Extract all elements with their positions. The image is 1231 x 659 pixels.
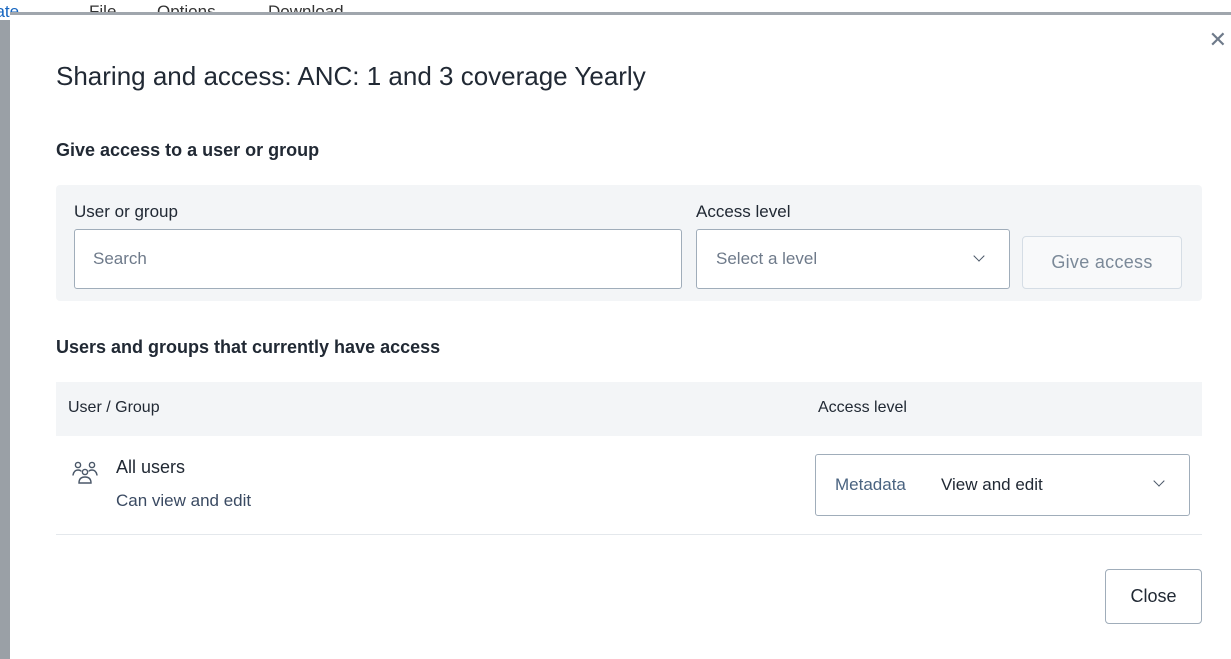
user-search-input[interactable]	[74, 229, 682, 289]
access-level-placeholder: Select a level	[716, 249, 818, 268]
access-row-description: Can view and edit	[116, 491, 252, 510]
close-icon[interactable]: ✕	[1209, 29, 1227, 51]
access-table-header: User / Group Access level	[56, 382, 1202, 436]
close-button[interactable]: Close	[1105, 569, 1202, 624]
access-level-label: Access level	[696, 202, 791, 221]
column-header-user-group: User / Group	[68, 399, 160, 416]
user-or-group-label: User or group	[74, 202, 178, 221]
row-access-prefix: Metadata	[835, 475, 906, 494]
row-access-level-select[interactable]: Metadata View and edit	[815, 454, 1190, 516]
users-group-icon	[72, 461, 98, 484]
give-access-panel: User or group Access level Select a leve…	[56, 185, 1202, 301]
chevron-down-icon	[973, 250, 985, 262]
give-access-button[interactable]: Give access	[1022, 236, 1182, 289]
sharing-modal: ✕ Sharing and access: ANC: 1 and 3 cover…	[10, 12, 1231, 659]
current-access-heading: Users and groups that currently have acc…	[56, 337, 441, 357]
access-row-name: All users	[116, 457, 186, 477]
background-left-strip	[0, 20, 10, 659]
table-row: All users Can view and edit Metadata Vie…	[56, 436, 1202, 535]
access-level-select[interactable]: Select a level	[696, 229, 1010, 289]
give-access-heading: Give access to a user or group	[56, 140, 320, 160]
column-header-access-level: Access level	[818, 399, 907, 416]
row-access-value: View and edit	[941, 475, 1043, 494]
chevron-down-icon	[1153, 475, 1165, 487]
modal-title: Sharing and access: ANC: 1 and 3 coverag…	[56, 61, 646, 91]
